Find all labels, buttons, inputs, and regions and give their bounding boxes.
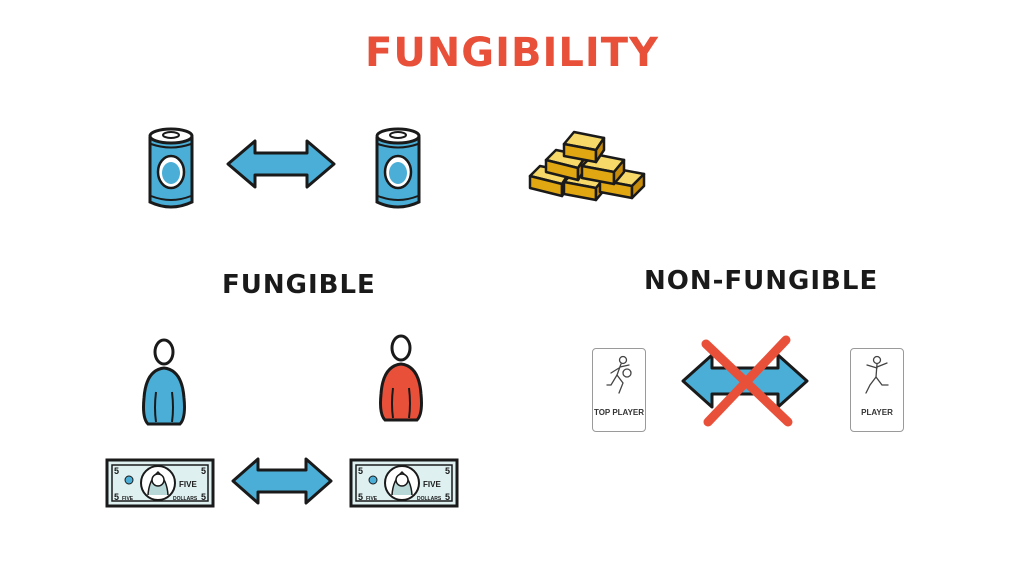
person-icon — [379, 334, 423, 422]
page-title: FUNGIBILITY — [365, 30, 659, 76]
bill-word: FIVE — [423, 480, 441, 489]
bill-currency-word: DOLLARS — [417, 496, 442, 502]
bill-numeral: 5 — [445, 492, 450, 502]
bill-numeral: 5 — [445, 466, 450, 476]
player-card-icon: PLAYER — [850, 348, 904, 432]
double-arrow-icon — [226, 139, 336, 189]
cross-icon — [701, 335, 793, 427]
dollar-bill-icon: 5 5 5 5 FIVE FIVE DOLLARS — [105, 458, 215, 508]
bill-word-small: FIVE — [122, 496, 134, 502]
card-label-player: PLAYER — [861, 408, 893, 417]
can-icon — [148, 127, 194, 209]
person-icon — [142, 338, 186, 426]
non-fungible-label: NON-FUNGIBLE — [644, 266, 879, 296]
bill-numeral: 5 — [201, 466, 206, 476]
bill-currency-word: DOLLARS — [173, 496, 198, 502]
player-card-icon: TOP PLAYER — [592, 348, 646, 432]
bill-numeral: 5 — [114, 492, 119, 502]
bill-numeral: 5 — [201, 492, 206, 502]
card-label-top-player: TOP PLAYER — [593, 408, 645, 417]
bill-word-small: FIVE — [366, 496, 378, 502]
bill-numeral: 5 — [114, 466, 119, 476]
gold-bars-icon — [528, 130, 646, 202]
can-icon — [375, 127, 421, 209]
dollar-bill-icon: 5 5 5 5 FIVE FIVE DOLLARS — [349, 458, 459, 508]
fungible-label: FUNGIBLE — [222, 270, 376, 300]
double-arrow-icon — [231, 457, 333, 505]
bill-word: FIVE — [179, 480, 197, 489]
bill-numeral: 5 — [358, 492, 363, 502]
bill-numeral: 5 — [358, 466, 363, 476]
